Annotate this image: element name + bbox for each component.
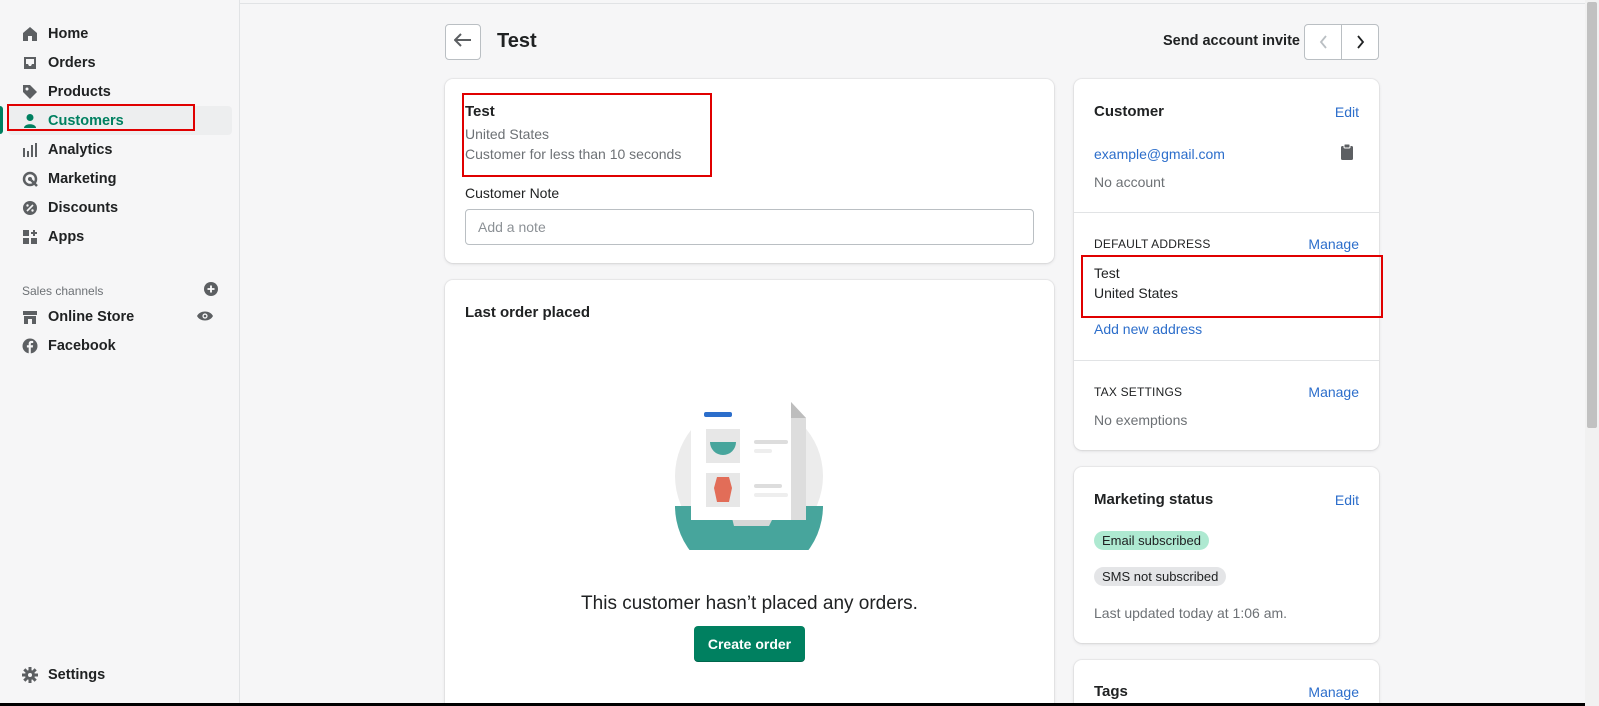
home-icon (22, 26, 38, 42)
previous-button[interactable] (1305, 25, 1342, 59)
last-order-card: Last order placed This customer hasn’t p… (445, 280, 1054, 706)
customer-since: Customer for less than 10 seconds (465, 146, 682, 162)
customer-note-input[interactable] (465, 209, 1034, 245)
sidebar-item-analytics[interactable]: Analytics (0, 135, 232, 164)
pagination (1304, 24, 1379, 60)
account-status: No account (1094, 174, 1165, 190)
tag-icon (22, 84, 38, 100)
bar-chart-icon (22, 142, 38, 158)
tags-card-title: Tags (1094, 683, 1128, 700)
sidebar-item-customers[interactable]: Customers (8, 106, 232, 135)
sms-not-subscribed-badge: SMS not subscribed (1094, 567, 1227, 586)
empty-orders-message: This customer hasn’t placed any orders. (581, 593, 918, 614)
sidebar-item-label: Orders (48, 54, 96, 71)
apps-icon (22, 229, 38, 245)
sidebar-item-label: Analytics (48, 141, 113, 158)
store-icon (22, 309, 38, 325)
gear-icon (22, 666, 38, 683)
facebook-icon (22, 338, 38, 354)
sidebar-item-label: Customers (48, 112, 124, 129)
top-border (240, 0, 1585, 4)
tax-settings-heading: TAX SETTINGS (1094, 385, 1183, 399)
sidebar-item-label: Facebook (48, 337, 116, 354)
sidebar-item-label: Products (48, 83, 111, 100)
sidebar-item-facebook[interactable]: Facebook (0, 331, 232, 360)
scrollbar-thumb[interactable] (1587, 2, 1597, 428)
customer-name: Test (465, 103, 495, 120)
sidebar-item-label: Online Store (48, 308, 135, 325)
sidebar-item-home[interactable]: Home (0, 19, 232, 48)
sidebar-item-label: Marketing (48, 170, 117, 187)
default-address-heading: DEFAULT ADDRESS (1094, 237, 1211, 251)
eye-icon[interactable] (196, 309, 214, 327)
sidebar-item-orders[interactable]: Orders (0, 48, 232, 77)
arrow-left-icon (453, 32, 472, 52)
edit-marketing-link[interactable]: Edit (1335, 492, 1359, 508)
sidebar-item-products[interactable]: Products (0, 77, 232, 106)
divider (1074, 360, 1379, 361)
inbox-icon (22, 55, 38, 71)
sidebar-item-settings[interactable]: Settings (0, 660, 240, 689)
discount-icon (22, 200, 38, 216)
manage-tags-link[interactable]: Manage (1308, 684, 1359, 700)
address-country: United States (1094, 285, 1179, 301)
sidebar: Home Orders Products Customers Analytics… (0, 0, 240, 706)
address-name: Test (1094, 265, 1120, 281)
customer-contact-card: Customer Edit example@gmail.com No accou… (1074, 79, 1379, 450)
sales-channels-label: Sales channels (22, 283, 104, 298)
sidebar-item-apps[interactable]: Apps (0, 222, 232, 251)
last-order-title: Last order placed (465, 304, 591, 321)
sidebar-item-label: Settings (48, 666, 106, 683)
manage-tax-link[interactable]: Manage (1308, 384, 1359, 400)
email-subscribed-badge: Email subscribed (1094, 531, 1209, 550)
send-account-invite-button[interactable]: Send account invite (1163, 33, 1300, 49)
divider (1074, 212, 1379, 213)
marketing-status-card: Marketing status Edit Email subscribed S… (1074, 467, 1379, 643)
sales-channels-heading: Sales channels (22, 282, 218, 299)
settings-section: Settings (0, 660, 240, 689)
sidebar-item-label: Discounts (48, 199, 119, 216)
sidebar-item-marketing[interactable]: Marketing (0, 164, 232, 193)
tags-card: Tags Manage (1074, 660, 1379, 706)
sidebar-item-label: Home (48, 25, 89, 42)
sidebar-item-online-store[interactable]: Online Store (0, 302, 232, 331)
person-icon (22, 113, 38, 129)
customer-note-label: Customer Note (465, 185, 560, 201)
customer-country: United States (465, 126, 550, 142)
marketing-last-updated: Last updated today at 1:06 am. (1094, 605, 1288, 621)
manage-address-link[interactable]: Manage (1308, 236, 1359, 252)
create-order-button[interactable]: Create order (694, 626, 805, 662)
clipboard-icon[interactable] (1340, 143, 1354, 166)
contact-card-title: Customer (1094, 103, 1165, 120)
page-title: Test (497, 30, 537, 52)
next-button[interactable] (1342, 25, 1378, 59)
back-button[interactable] (445, 24, 481, 60)
empty-orders-illustration (674, 398, 824, 580)
add-new-address-link[interactable]: Add new address (1094, 321, 1202, 337)
target-icon (22, 171, 38, 187)
main-nav: Home Orders Products Customers Analytics… (0, 19, 240, 251)
customer-overview-card: Test United States Customer for less tha… (445, 79, 1054, 263)
vertical-scrollbar[interactable] (1585, 0, 1599, 706)
add-channel-icon[interactable] (204, 282, 218, 299)
sidebar-item-discounts[interactable]: Discounts (0, 193, 232, 222)
tax-exemptions-value: No exemptions (1094, 412, 1188, 428)
customer-email-link[interactable]: example@gmail.com (1094, 146, 1225, 162)
sales-channels: Online Store Facebook (0, 302, 240, 360)
sidebar-item-label: Apps (48, 228, 85, 245)
marketing-card-title: Marketing status (1094, 491, 1214, 508)
edit-customer-link[interactable]: Edit (1335, 104, 1359, 120)
